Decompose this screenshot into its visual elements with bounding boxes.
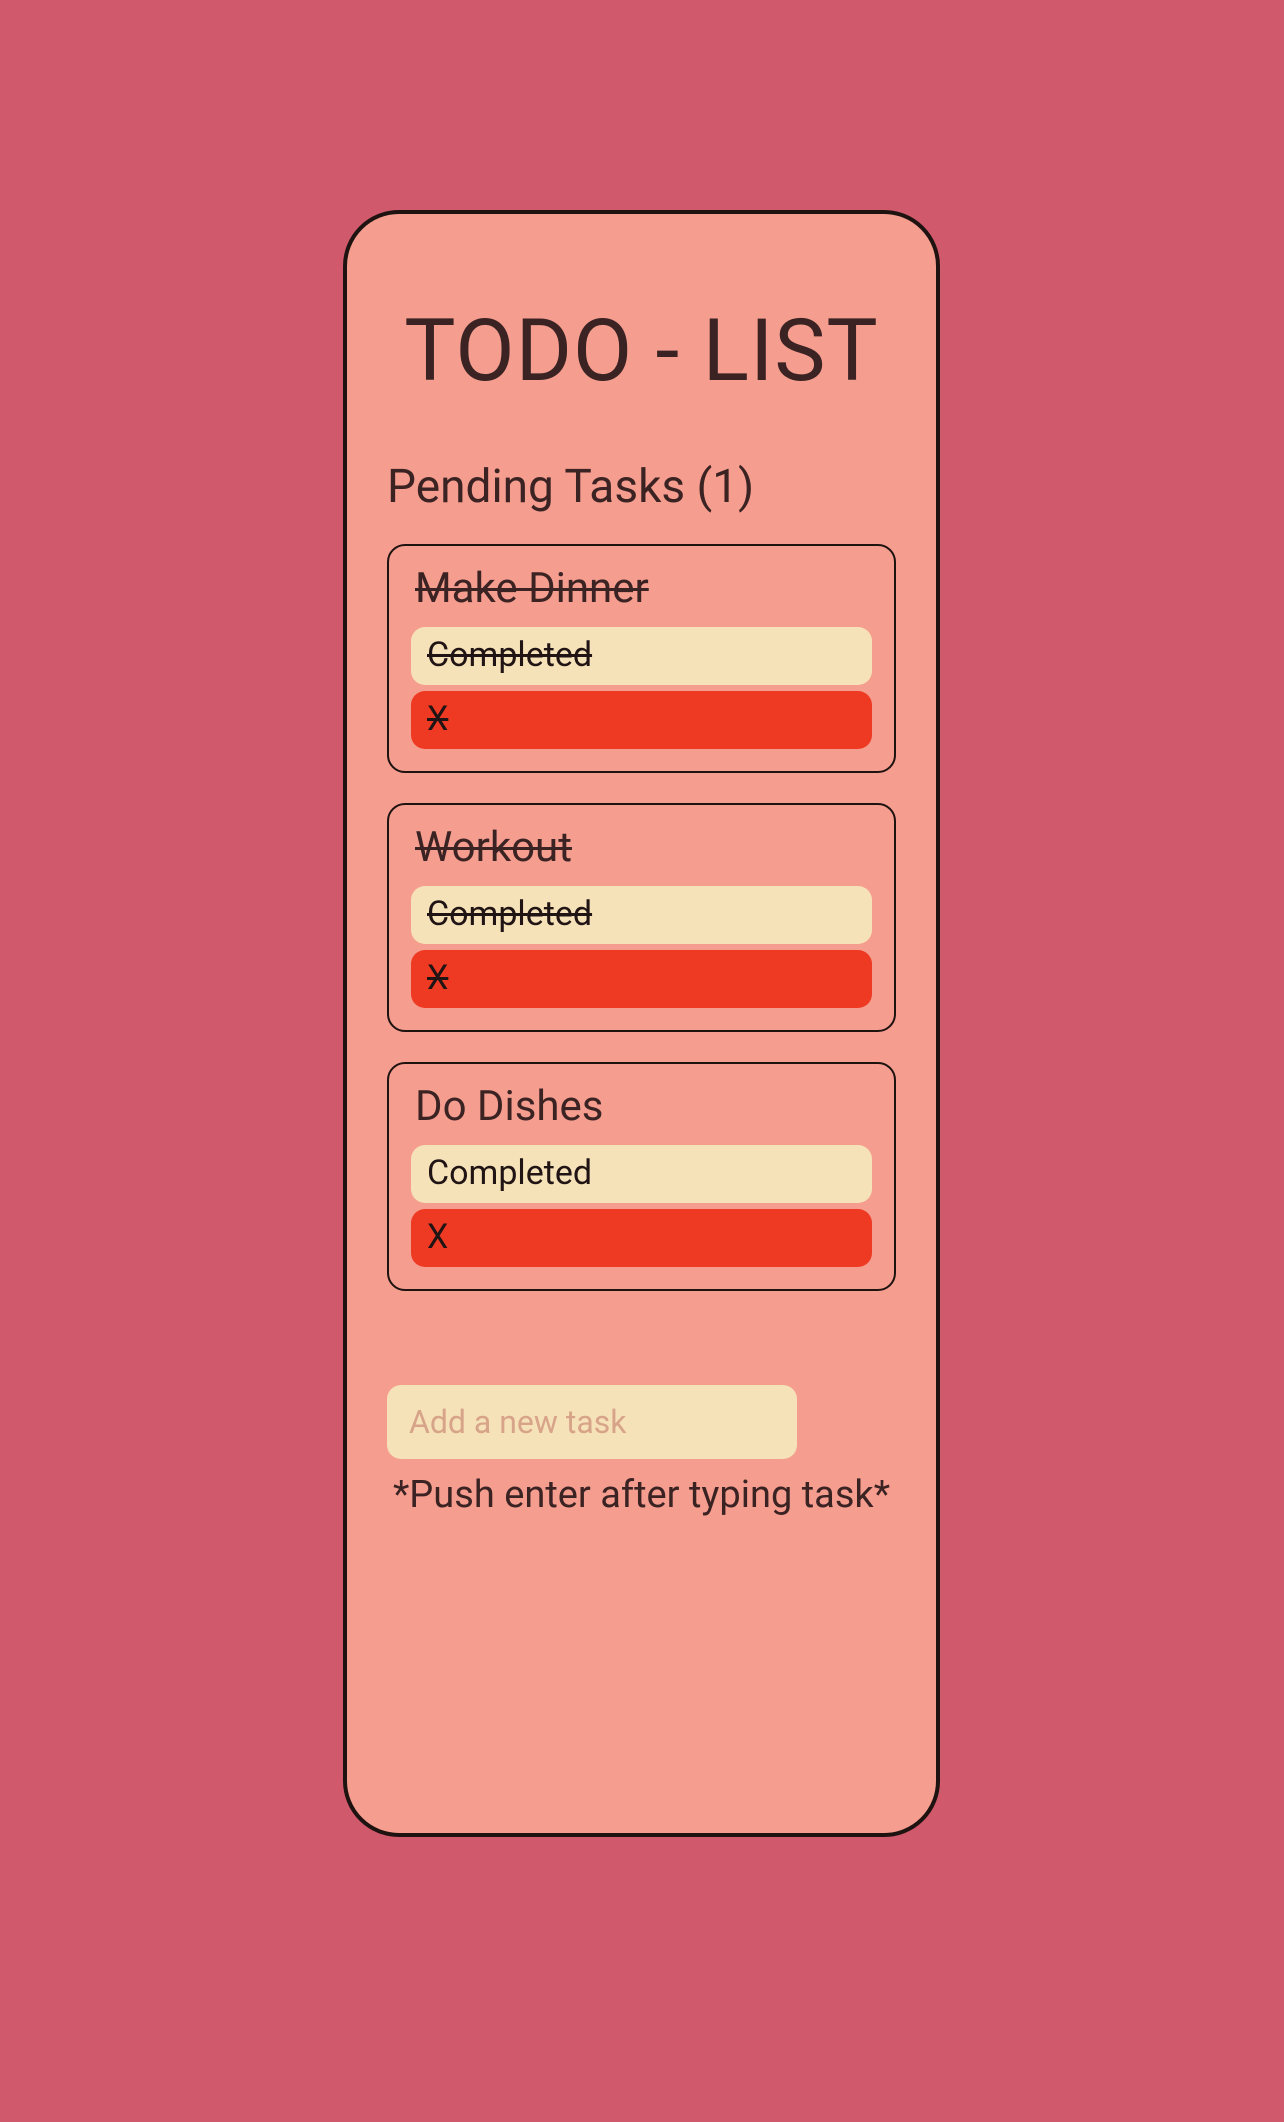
input-hint: *Push enter after typing task* [387,1473,896,1517]
completed-button[interactable]: Completed [411,627,872,685]
delete-button[interactable]: X [411,1209,872,1267]
task-item: Do Dishes Completed X [387,1062,896,1291]
page-title: TODO - LIST [387,306,896,396]
pending-label-suffix: ) [738,460,754,514]
todo-card: TODO - LIST Pending Tasks (1) Make Dinne… [343,210,940,1837]
add-task-input[interactable] [387,1385,797,1459]
add-task-wrap [387,1385,797,1459]
delete-button[interactable]: X [411,950,872,1008]
completed-button[interactable]: Completed [411,886,872,944]
task-item: Workout Completed X [387,803,896,1032]
completed-button[interactable]: Completed [411,1145,872,1203]
task-title: Do Dishes [415,1082,872,1131]
pending-count: 1 [712,460,738,514]
delete-button[interactable]: X [411,691,872,749]
spacer [387,1321,896,1385]
task-title: Workout [415,823,872,872]
pending-tasks-heading: Pending Tasks (1) [387,460,896,514]
task-title: Make Dinner [415,564,872,613]
pending-label-prefix: Pending Tasks ( [387,460,712,514]
task-item: Make Dinner Completed X [387,544,896,773]
